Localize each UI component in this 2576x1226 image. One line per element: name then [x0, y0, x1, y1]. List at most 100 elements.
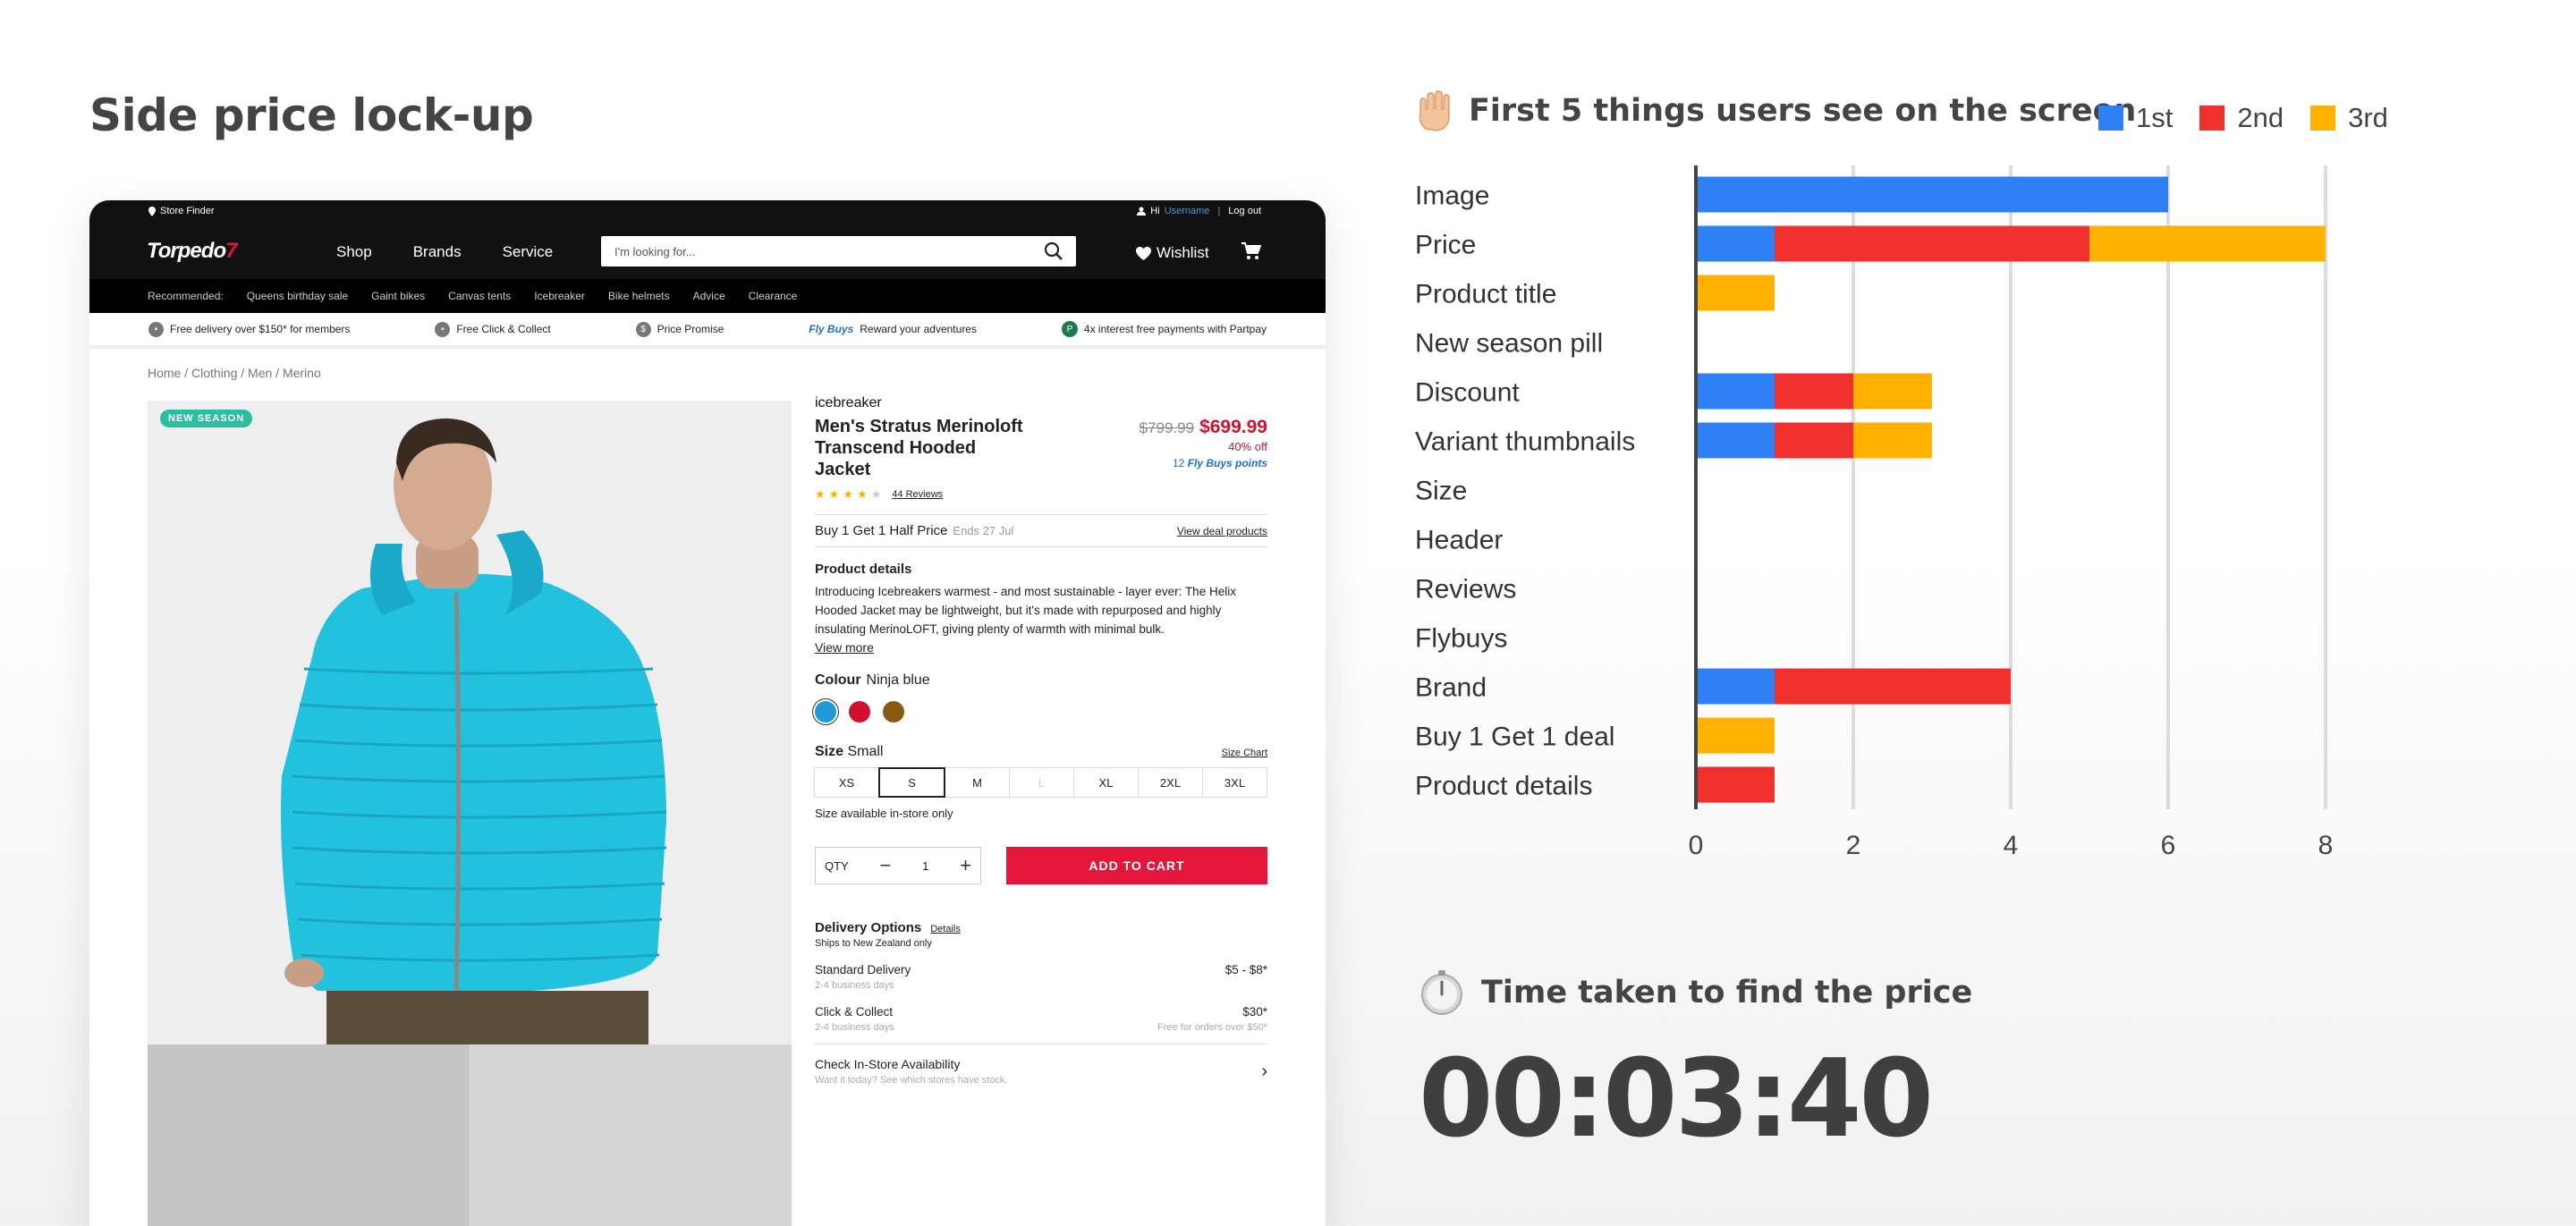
size-option-2xl[interactable]: 2XL — [1138, 767, 1203, 798]
size-chart-link[interactable]: Size Chart — [1222, 748, 1267, 758]
size-header: Size Small Size Chart — [815, 744, 1267, 759]
recommended-link[interactable]: Bike helmets — [608, 290, 670, 302]
bar-2nd — [1775, 373, 1853, 410]
qty-value: 1 — [922, 858, 929, 873]
legend-swatch — [2199, 106, 2225, 131]
size-option-m[interactable]: M — [945, 767, 1010, 798]
minus-icon[interactable]: − — [880, 854, 892, 877]
star-icon: ★ — [843, 487, 853, 501]
bar-2nd — [1775, 422, 1853, 459]
category-label: Brand — [1415, 673, 1487, 703]
username-link[interactable]: Username — [1165, 206, 1210, 216]
view-deal-link[interactable]: View deal products — [1177, 525, 1267, 537]
category-label: Image — [1415, 182, 1489, 211]
star-icon: ★ — [856, 487, 868, 501]
search-icon[interactable] — [1044, 241, 1063, 261]
logout-link[interactable]: Log out — [1228, 206, 1261, 216]
legend-label: 3rd — [2348, 102, 2388, 133]
bar-1st — [1696, 225, 1775, 262]
wishlist-label: Wishlist — [1157, 244, 1209, 261]
colour-swatch[interactable] — [849, 701, 870, 723]
flybuys-logo: Fly Buys — [809, 323, 854, 335]
check-store-availability[interactable]: Check In-Store Availability Want it today… — [815, 1044, 1267, 1086]
usp-partpay: P 4x interest free payments with Partpay — [1061, 321, 1267, 337]
stacked-bar-chart: 0 2 4 6 8 Image Price Product title New season p… — [1415, 165, 2334, 860]
jacket-model-image — [281, 419, 667, 1044]
product-info: icebreaker Men's Stratus Merinoloft Tran… — [814, 395, 1267, 1086]
view-more-link[interactable]: View more — [815, 640, 1267, 655]
size-option-3xl[interactable]: 3XL — [1202, 767, 1267, 798]
variant-thumbnails — [148, 1044, 792, 1226]
star-icon: ★ — [815, 487, 826, 501]
chevron-right-icon: › — [1261, 1061, 1267, 1081]
chart-title: First 5 things users see on the screen — [1469, 93, 2137, 129]
category-label: Product title — [1415, 280, 1556, 309]
category-label: Size — [1415, 477, 1467, 506]
store-finder-link[interactable]: Store Finder — [148, 206, 215, 216]
store-icon: ▪ — [435, 321, 451, 337]
recommended-link[interactable]: Canvas tents — [448, 290, 511, 302]
search-input[interactable]: I'm looking for... — [601, 236, 1076, 266]
product-details-text: Introducing Icebreakers warmest - and mo… — [815, 585, 1236, 636]
size-option-xl[interactable]: XL — [1073, 767, 1139, 798]
recommended-link[interactable]: Clearance — [749, 290, 798, 302]
reviews-link[interactable]: 44 Reviews — [892, 489, 943, 500]
user-icon — [1137, 207, 1147, 216]
greeting-text: Hi — [1150, 206, 1160, 216]
product-title: Men's Stratus Merinoloft Transcend Hoode… — [815, 417, 1023, 479]
thumbnail[interactable] — [148, 1044, 470, 1226]
breadcrumb[interactable]: Home / Clothing / Men / Merino — [148, 366, 321, 380]
recommended-link[interactable]: Gaint bikes — [371, 290, 425, 302]
colour-swatch[interactable] — [883, 701, 904, 723]
cart-icon[interactable] — [1241, 242, 1261, 260]
legend-item: 2nd — [2199, 102, 2284, 134]
recommended-link[interactable]: Queens birthday sale — [247, 290, 348, 302]
rating-stars[interactable]: ★ ★ ★ ★ ★ 44 Reviews — [815, 487, 1267, 502]
delivery-details-link[interactable]: Details — [930, 924, 961, 934]
legend-label: 1st — [2136, 102, 2174, 133]
nav-link-service[interactable]: Service — [503, 243, 554, 261]
size-availability-note: Size available in-store only — [815, 807, 953, 820]
quantity-stepper[interactable]: QTY − 1 + — [815, 847, 981, 884]
product-brand[interactable]: icebreaker — [815, 395, 1267, 411]
nav-link-brands[interactable]: Brands — [413, 243, 462, 261]
nav-link-shop[interactable]: Shop — [336, 243, 372, 261]
bar-2nd — [1696, 766, 1775, 803]
search-placeholder: I'm looking for... — [614, 244, 696, 258]
recommended-link[interactable]: Icebreaker — [534, 290, 585, 302]
deal-ends: Ends 27 Jul — [953, 524, 1014, 537]
torpedo7-logo[interactable]: Torpedo7 — [147, 239, 237, 264]
discount-label: 40% off — [1228, 440, 1267, 453]
size-option-xs[interactable]: XS — [814, 767, 879, 798]
product-page-screenshot: Store Finder Hi Username | Log out Torpe… — [89, 200, 1326, 1226]
delivery-options: Delivery Options Details Ships to New Zea… — [815, 920, 1267, 1086]
deal-text: Buy 1 Get 1 Half Price — [815, 523, 948, 538]
add-to-cart-button[interactable]: ADD TO CART — [1006, 847, 1267, 884]
size-option-s[interactable]: S — [878, 767, 945, 798]
plus-icon[interactable]: + — [960, 854, 971, 877]
bar-3rd — [1853, 373, 1932, 410]
main-navigation: Torpedo7 Shop Brands Service I'm looking f… — [89, 222, 1326, 279]
product-hero-image[interactable]: NEW SEASON — [148, 401, 792, 1044]
legend-label: 2nd — [2237, 102, 2284, 133]
bar-3rd — [1696, 717, 1775, 754]
thumbnail[interactable] — [470, 1044, 792, 1226]
store-finder-label: Store Finder — [160, 206, 215, 216]
category-label: Buy 1 Get 1 deal — [1415, 723, 1614, 752]
x-tick-label: 8 — [2318, 831, 2334, 860]
click-collect-row: Click & Collect 2-4 business days $30* Fre… — [815, 1005, 1267, 1033]
size-options: XS S M L XL 2XL 3XL — [814, 767, 1267, 798]
wishlist-link[interactable]: Wishlist — [1136, 244, 1209, 262]
bar-3rd — [1853, 422, 1932, 459]
location-pin-icon — [148, 206, 156, 216]
time-heading: Time taken to find the price — [1419, 969, 1972, 1016]
new-season-pill: NEW SEASON — [160, 410, 253, 427]
usp-delivery: ▪ Free delivery over $150* for members — [148, 321, 350, 337]
chart-heading: First 5 things users see on the screen — [1413, 89, 2136, 132]
time-label: Time taken to find the price — [1481, 975, 1973, 1010]
colour-swatch[interactable] — [815, 701, 836, 723]
usp-price-promise: $ Price Promise — [635, 321, 724, 337]
legend-swatch — [2310, 106, 2336, 131]
x-tick-label: 2 — [1846, 831, 1861, 860]
recommended-link[interactable]: Advice — [693, 290, 725, 302]
